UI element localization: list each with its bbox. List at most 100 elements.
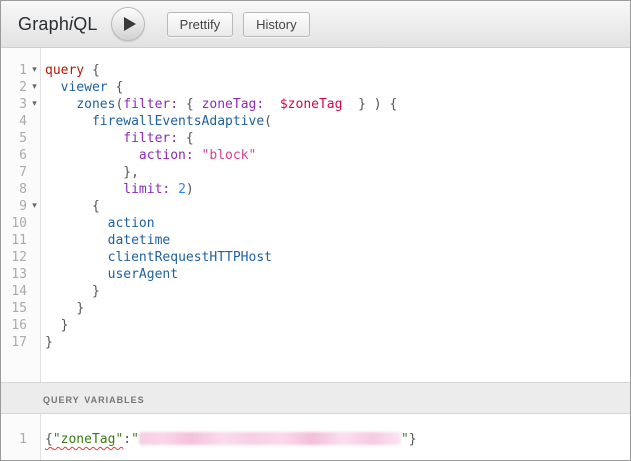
line-number: 5 — [1, 130, 27, 147]
line-number: 2 — [1, 79, 27, 96]
code-line: 1{"zoneTag":""} — [1, 431, 630, 448]
line-number: 1 — [1, 431, 27, 448]
code-token — [194, 97, 202, 112]
code-text: {"zoneTag":""} — [42, 431, 417, 448]
graphiql-app: GraphiQL Prettify History 1▾query {2▾ vi… — [0, 0, 631, 461]
fold-arrow-icon[interactable]: ▾ — [27, 198, 42, 215]
code-token: { — [92, 199, 100, 214]
code-text: }, — [42, 164, 139, 181]
code-text: zones(filter: { zoneTag: $zoneTag } ) { — [42, 96, 397, 113]
code-token: " — [131, 432, 139, 447]
logo-part-graph: Graph — [18, 14, 69, 34]
code-token — [45, 250, 108, 265]
code-line: 5 filter: { — [1, 130, 630, 147]
code-token: clientRequestHTTPHost — [108, 250, 272, 265]
code-token: datetime — [108, 233, 171, 248]
code-token: } — [358, 97, 366, 112]
code-token — [45, 318, 61, 333]
fold-gutter-spacer — [27, 232, 42, 249]
logo-part-ql: QL — [73, 14, 97, 34]
code-token: action — [108, 216, 155, 231]
code-text: } — [42, 317, 68, 334]
play-icon — [124, 17, 136, 31]
line-number: 17 — [1, 334, 27, 351]
code-token — [45, 165, 123, 180]
code-text: query { — [42, 62, 100, 79]
code-token: action: — [139, 148, 194, 163]
fold-gutter-spacer — [27, 215, 42, 232]
code-token — [178, 97, 186, 112]
code-line: 16 } — [1, 317, 630, 334]
code-text: action — [42, 215, 155, 232]
code-token: { — [92, 63, 100, 78]
code-token — [170, 182, 178, 197]
fold-gutter-spacer — [27, 147, 42, 164]
line-number: 10 — [1, 215, 27, 232]
code-token — [45, 148, 139, 163]
code-token: { — [115, 80, 123, 95]
code-token: query — [45, 63, 84, 78]
code-text: datetime — [42, 232, 170, 249]
prettify-button[interactable]: Prettify — [167, 12, 233, 37]
variables-title-bar[interactable]: Query Variables — [1, 382, 630, 414]
code-token — [45, 267, 108, 282]
line-number: 3 — [1, 96, 27, 113]
fold-gutter-spacer — [27, 130, 42, 147]
code-token: userAgent — [108, 267, 178, 282]
app-logo: GraphiQL — [18, 14, 98, 35]
line-number: 9 — [1, 198, 27, 215]
fold-gutter-spacer — [27, 431, 42, 448]
code-line: 7 }, — [1, 164, 630, 181]
code-line: 6 action: "block" — [1, 147, 630, 164]
code-text: clientRequestHTTPHost — [42, 249, 272, 266]
code-line: 3▾ zones(filter: { zoneTag: $zoneTag } )… — [1, 96, 630, 113]
code-line: 11 datetime — [1, 232, 630, 249]
code-line: 12 clientRequestHTTPHost — [1, 249, 630, 266]
fold-gutter-spacer — [27, 300, 42, 317]
query-editor[interactable]: 1▾query {2▾ viewer {3▾ zones(filter: { z… — [1, 48, 630, 382]
line-number: 11 — [1, 232, 27, 249]
code-token — [45, 233, 108, 248]
code-text: limit: 2) — [42, 181, 194, 198]
line-number: 6 — [1, 147, 27, 164]
line-number: 16 — [1, 317, 27, 334]
code-token: " — [401, 432, 409, 447]
fold-gutter-spacer — [27, 317, 42, 334]
code-token: filter: — [123, 97, 178, 112]
code-token — [45, 182, 123, 197]
code-token: 2 — [178, 182, 186, 197]
code-token: zones — [76, 97, 115, 112]
toolbar: GraphiQL Prettify History — [1, 1, 630, 48]
code-token: viewer — [61, 80, 108, 95]
code-line: 4 firewallEventsAdaptive( — [1, 113, 630, 130]
code-line: 8 limit: 2) — [1, 181, 630, 198]
code-token — [366, 97, 374, 112]
code-token: ) — [374, 97, 382, 112]
code-token — [45, 216, 108, 231]
variables-editor-lines: 1{"zoneTag":""} — [1, 431, 630, 448]
code-token: }, — [123, 165, 139, 180]
code-token: zoneTag: — [202, 97, 265, 112]
fold-gutter-spacer — [27, 181, 42, 198]
fold-arrow-icon[interactable]: ▾ — [27, 96, 42, 113]
code-line: 15 } — [1, 300, 630, 317]
code-token: ( — [264, 114, 272, 129]
code-token: } — [61, 318, 69, 333]
variables-title: Query Variables — [43, 391, 145, 406]
code-token — [45, 199, 92, 214]
fold-arrow-icon[interactable]: ▾ — [27, 62, 42, 79]
fold-arrow-icon[interactable]: ▾ — [27, 79, 42, 96]
fold-gutter-spacer — [27, 334, 42, 351]
code-token: firewallEventsAdaptive — [92, 114, 264, 129]
code-text: viewer { — [42, 79, 123, 96]
history-button[interactable]: History — [243, 12, 309, 37]
code-text: } — [42, 334, 53, 351]
code-token: } — [92, 284, 100, 299]
code-token: : — [123, 432, 131, 447]
execute-button[interactable] — [111, 7, 145, 41]
code-text: firewallEventsAdaptive( — [42, 113, 272, 130]
redacted-value — [139, 432, 401, 445]
variables-editor[interactable]: 1{"zoneTag":""} — [1, 414, 630, 460]
code-text: } — [42, 283, 100, 300]
code-token — [45, 80, 61, 95]
